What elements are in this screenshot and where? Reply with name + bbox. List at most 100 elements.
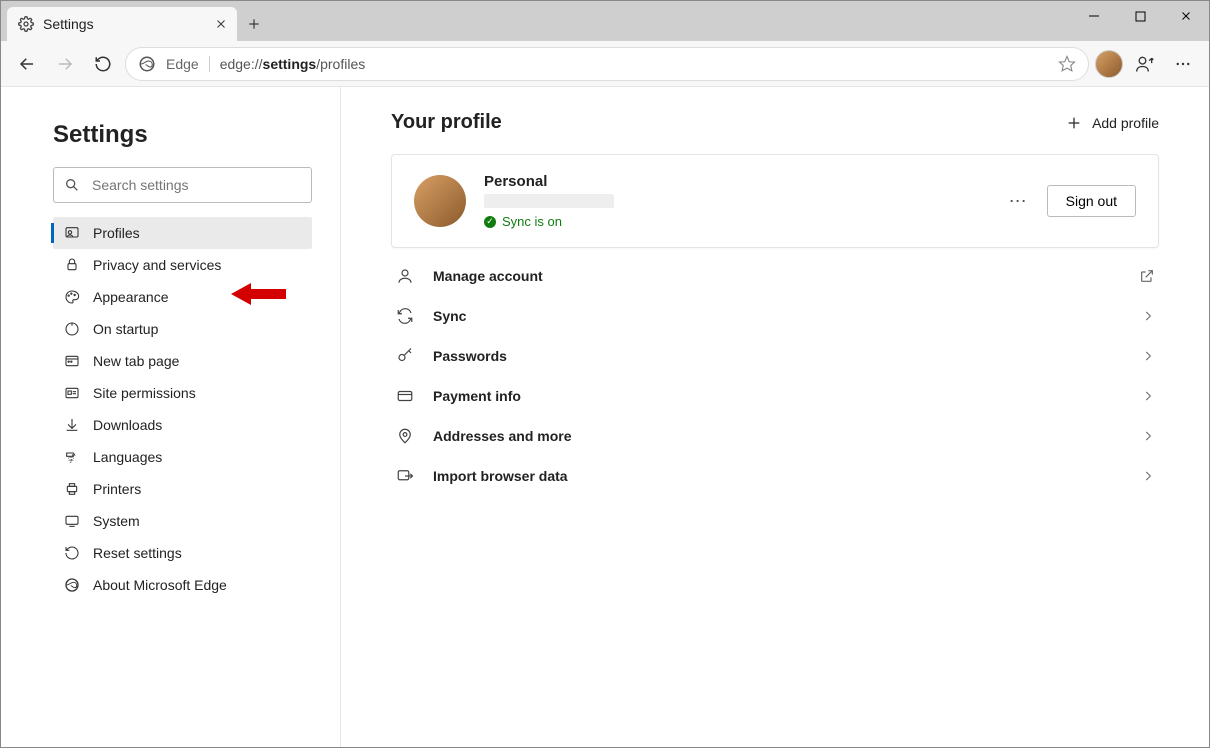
nav-label: Printers: [93, 481, 141, 497]
main-panel: Your profile Add profile Personal ✓ Sync…: [341, 87, 1209, 747]
nav-icon: [63, 480, 81, 498]
sidebar-title: Settings: [53, 121, 312, 149]
chevron-right-icon: [1141, 469, 1155, 483]
url-text: edge://settings/profiles: [220, 56, 366, 72]
row-label: Manage account: [433, 268, 1121, 284]
row-passwords[interactable]: Passwords: [391, 336, 1159, 376]
nav-label: Privacy and services: [93, 257, 221, 273]
sidebar-item-new-tab-page[interactable]: New tab page: [53, 345, 312, 377]
chevron-right-icon: [1141, 309, 1155, 323]
titlebar: Settings: [1, 1, 1209, 41]
url-source-label: Edge: [166, 56, 210, 72]
browser-window: Settings Edge edge://settings/profiles: [0, 0, 1210, 748]
sidebar-item-downloads[interactable]: Downloads: [53, 409, 312, 441]
check-icon: ✓: [484, 216, 496, 228]
profile-more-icon[interactable]: ⋯: [1009, 191, 1029, 212]
sidebar-item-profiles[interactable]: Profiles: [53, 217, 312, 249]
sidebar-item-printers[interactable]: Printers: [53, 473, 312, 505]
favorite-icon[interactable]: [1058, 55, 1076, 73]
nav-label: Profiles: [93, 225, 140, 241]
close-window-button[interactable]: [1163, 1, 1209, 31]
chevron-right-icon: [1141, 429, 1155, 443]
nav-icon: [63, 224, 81, 242]
sync-status: ✓ Sync is on: [484, 214, 991, 229]
sidebar-item-reset-settings[interactable]: Reset settings: [53, 537, 312, 569]
nav-label: Downloads: [93, 417, 162, 433]
row-label: Import browser data: [433, 468, 1123, 484]
page-heading: Your profile: [391, 111, 502, 134]
nav-icon: [63, 544, 81, 562]
search-icon: [64, 177, 80, 193]
add-profile-label: Add profile: [1092, 115, 1159, 131]
close-tab-icon[interactable]: [215, 18, 227, 30]
sidebar-item-system[interactable]: System: [53, 505, 312, 537]
nav-icon: [63, 256, 81, 274]
row-icon: [395, 266, 415, 286]
nav-label: Reset settings: [93, 545, 182, 561]
sidebar-item-privacy-and-services[interactable]: Privacy and services: [53, 249, 312, 281]
sidebar-item-about-microsoft-edge[interactable]: About Microsoft Edge: [53, 569, 312, 601]
external-link-icon: [1139, 268, 1155, 284]
nav-icon: 字: [63, 448, 81, 466]
row-icon: [395, 346, 415, 366]
nav-icon: [63, 384, 81, 402]
row-import-browser-data[interactable]: Import browser data: [391, 456, 1159, 496]
address-bar[interactable]: Edge edge://settings/profiles: [125, 47, 1089, 81]
nav-label: New tab page: [93, 353, 179, 369]
refresh-button[interactable]: [87, 48, 119, 80]
row-label: Addresses and more: [433, 428, 1123, 444]
row-label: Sync: [433, 308, 1123, 324]
nav-icon: [63, 288, 81, 306]
nav-icon: [63, 576, 81, 594]
nav-icon: [63, 320, 81, 338]
search-input[interactable]: [90, 176, 301, 194]
row-icon: [395, 306, 415, 326]
new-tab-button[interactable]: [237, 7, 271, 41]
row-icon: [395, 426, 415, 446]
nav-label: On startup: [93, 321, 158, 337]
sidebar-item-appearance[interactable]: Appearance: [53, 281, 312, 313]
chevron-right-icon: [1141, 389, 1155, 403]
profile-card: Personal ✓ Sync is on ⋯ Sign out: [391, 154, 1159, 248]
edge-logo-icon: [138, 55, 156, 73]
forward-button[interactable]: [49, 48, 81, 80]
sign-out-button[interactable]: Sign out: [1047, 185, 1136, 217]
content-area: Settings Profiles Privacy and services App…: [1, 87, 1209, 747]
nav-label: About Microsoft Edge: [93, 577, 227, 593]
sidebar-item-on-startup[interactable]: On startup: [53, 313, 312, 345]
row-manage-account[interactable]: Manage account: [391, 256, 1159, 296]
gear-icon: [17, 15, 35, 33]
svg-text:字: 字: [68, 456, 74, 464]
back-button[interactable]: [11, 48, 43, 80]
profile-card-avatar: [414, 175, 466, 227]
sidebar-item-languages[interactable]: 字 Languages: [53, 441, 312, 473]
profile-email-redacted: [484, 194, 614, 208]
row-addresses-and-more[interactable]: Addresses and more: [391, 416, 1159, 456]
row-payment-info[interactable]: Payment info: [391, 376, 1159, 416]
row-icon: [395, 466, 415, 486]
minimize-button[interactable]: [1071, 1, 1117, 31]
browser-tab[interactable]: Settings: [7, 7, 237, 41]
nav-icon: [63, 512, 81, 530]
nav-label: Site permissions: [93, 385, 196, 401]
nav-label: Languages: [93, 449, 162, 465]
row-label: Payment info: [433, 388, 1123, 404]
profile-avatar-button[interactable]: [1095, 50, 1123, 78]
nav-label: Appearance: [93, 289, 169, 305]
menu-icon[interactable]: [1167, 48, 1199, 80]
row-label: Passwords: [433, 348, 1123, 364]
add-profile-button[interactable]: Add profile: [1066, 115, 1159, 131]
nav-icon: [63, 416, 81, 434]
maximize-button[interactable]: [1117, 1, 1163, 31]
search-settings[interactable]: [53, 167, 312, 203]
tab-title: Settings: [43, 16, 94, 32]
toolbar: Edge edge://settings/profiles: [1, 41, 1209, 87]
nav-icon: [63, 352, 81, 370]
row-sync[interactable]: Sync: [391, 296, 1159, 336]
nav-label: System: [93, 513, 140, 529]
window-controls: [1071, 1, 1209, 31]
profile-name: Personal: [484, 173, 991, 190]
feedback-icon[interactable]: [1129, 48, 1161, 80]
sidebar-item-site-permissions[interactable]: Site permissions: [53, 377, 312, 409]
row-icon: [395, 386, 415, 406]
